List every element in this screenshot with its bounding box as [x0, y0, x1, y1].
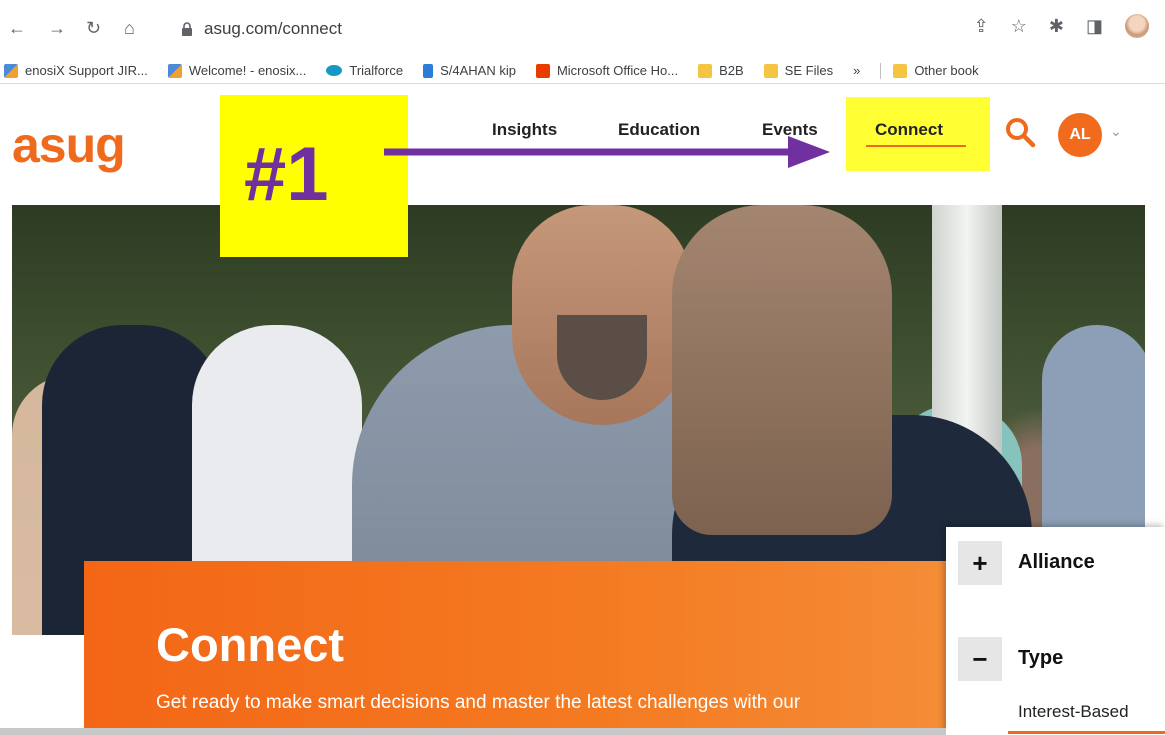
- bookmark-label: enosiX Support JIR...: [25, 63, 148, 78]
- lock-icon: [182, 22, 192, 36]
- bookmark-se-files[interactable]: SE Files: [763, 63, 834, 78]
- bookmarks-divider: [880, 62, 882, 79]
- side-panel-icon[interactable]: ◨: [1086, 16, 1103, 37]
- forward-icon[interactable]: →: [48, 18, 66, 38]
- enosix-icon: [167, 63, 182, 78]
- page-title: Connect: [156, 618, 344, 671]
- connect-banner: Connect Get ready to make smart decision…: [84, 561, 964, 735]
- bookmark-label: Welcome! - enosix...: [188, 63, 307, 78]
- profile-avatar[interactable]: [1125, 14, 1149, 38]
- address-bar[interactable]: asug.com/connect: [160, 14, 940, 44]
- url-text: asug.com/connect: [204, 19, 342, 38]
- bookmark-label: S/4AHAN kip: [440, 63, 516, 78]
- screenshot-frame: ← → ↻ ⌂ asug.com/connect ⇪ ☆ ✱ ◨ enosiX …: [0, 0, 1165, 735]
- folder-icon: [763, 63, 778, 78]
- bookmark-enosix-support[interactable]: enosiX Support JIR...: [4, 63, 148, 78]
- home-icon[interactable]: ⌂: [124, 18, 135, 38]
- bookmark-label: B2B: [719, 63, 744, 78]
- bookmark-s4hana[interactable]: S/4AHAN kip: [423, 63, 516, 78]
- hero-figure: [672, 205, 892, 535]
- share-icon[interactable]: ⇪: [974, 16, 989, 37]
- window-bottom-edge: [0, 728, 946, 735]
- back-icon[interactable]: ←: [8, 18, 26, 38]
- bookmark-label: Microsoft Office Ho...: [556, 63, 679, 78]
- filter-option-interest-based[interactable]: Interest-Based: [1018, 702, 1129, 722]
- enosix-icon: [4, 63, 18, 78]
- folder-icon: [893, 63, 908, 78]
- office-icon: [535, 63, 550, 78]
- bookmark-label: SE Files: [784, 63, 834, 78]
- bookmark-ribbon-icon: [423, 63, 434, 78]
- bookmark-b2b[interactable]: B2B: [698, 63, 744, 78]
- bookmark-trialforce[interactable]: Trialforce: [326, 63, 403, 78]
- option-underline: [1008, 731, 1165, 734]
- bookmark-welcome[interactable]: Welcome! - enosix...: [167, 63, 307, 78]
- bookmark-microsoft-office[interactable]: Microsoft Office Ho...: [535, 63, 679, 78]
- salesforce-cloud-icon: [326, 65, 343, 76]
- folder-icon: [698, 63, 713, 78]
- nav-connect[interactable]: Connect: [875, 120, 943, 140]
- active-underline: [866, 145, 966, 147]
- extensions-icon[interactable]: ✱: [1049, 16, 1064, 37]
- filter-alliance-label[interactable]: Alliance: [1018, 551, 1095, 574]
- bookmark-label: Other book: [914, 63, 979, 78]
- search-icon[interactable]: [1003, 115, 1037, 149]
- user-avatar[interactable]: AL: [1058, 113, 1102, 157]
- alliance-expand-button[interactable]: +: [958, 541, 1002, 585]
- filter-panel: + Alliance − Type Interest-Based: [946, 527, 1165, 735]
- browser-toolbar: ← → ↻ ⌂ asug.com/connect ⇪ ☆ ✱ ◨: [0, 0, 1165, 58]
- annotation-label: #1: [244, 132, 329, 217]
- bookmark-label: Trialforce: [349, 63, 404, 78]
- star-icon[interactable]: ☆: [1011, 16, 1027, 37]
- asug-logo[interactable]: asug: [12, 115, 126, 175]
- filter-type-label[interactable]: Type: [1018, 647, 1063, 670]
- browser-actions: ⇪ ☆ ✱ ◨: [974, 14, 1149, 38]
- type-collapse-button[interactable]: −: [958, 637, 1002, 681]
- reload-icon[interactable]: ↻: [86, 18, 101, 38]
- bookmarks-overflow-button[interactable]: »: [853, 63, 860, 78]
- bookmark-other[interactable]: Other book: [893, 63, 979, 78]
- annotation-arrow-icon: [384, 136, 830, 168]
- chevron-down-icon[interactable]: ⌄: [1110, 123, 1122, 140]
- bookmarks-bar: enosiX Support JIR... Welcome! - enosix.…: [0, 58, 1165, 84]
- page-subtitle: Get ready to make smart decisions and ma…: [156, 692, 801, 713]
